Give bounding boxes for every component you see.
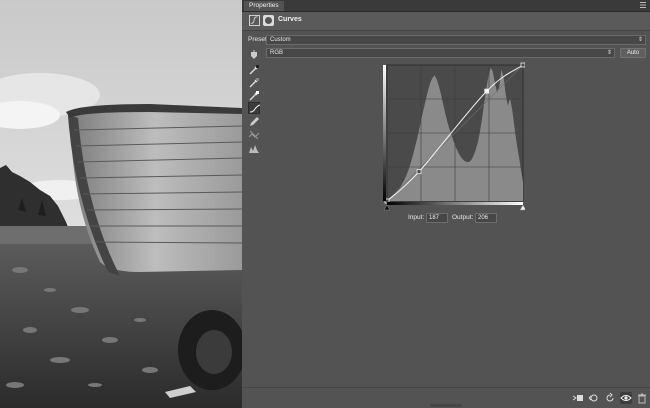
panel-tab-bar: Properties [242, 0, 650, 12]
input-label: Input: [408, 214, 425, 221]
curve-point [416, 169, 422, 175]
input-field[interactable]: 187 [426, 213, 448, 223]
tab-properties[interactable]: Properties [244, 1, 284, 11]
dropdown-arrows-icon: ⇕ [606, 50, 612, 56]
panel-bottom-bar [242, 387, 650, 408]
white-point-slider [519, 204, 527, 211]
black-point-eyedropper-icon[interactable] [248, 64, 260, 76]
adjustment-title: Curves [278, 16, 302, 23]
document-canvas-photo[interactable] [0, 0, 242, 408]
panel-menu-icon[interactable] [640, 2, 646, 8]
output-gradient-bar [383, 65, 386, 201]
curves-adjustment-icon[interactable] [249, 15, 260, 26]
smooth-curve-icon[interactable] [248, 129, 260, 141]
preset-dropdown[interactable]: Custom ⇕ [266, 35, 646, 45]
visibility-icon[interactable] [620, 392, 632, 404]
curve-point-icon[interactable] [248, 102, 261, 114]
output-label: Output: [452, 214, 474, 221]
gray-point-eyedropper-icon[interactable] [248, 77, 260, 89]
clipping-warning-icon[interactable] [248, 142, 260, 154]
curve-point-selected [484, 88, 490, 94]
adjustment-title-row: Curves [242, 12, 650, 31]
layer-mask-icon[interactable] [263, 15, 274, 26]
curve-point [520, 62, 526, 68]
preset-value: Custom [270, 37, 291, 43]
reset-icon[interactable] [604, 392, 616, 404]
on-image-adjust-icon[interactable] [248, 49, 260, 61]
pencil-icon[interactable] [248, 116, 260, 128]
black-point-slider [383, 204, 391, 211]
dropdown-arrows-icon: ⇕ [637, 37, 643, 43]
clip-to-layer-icon[interactable] [572, 392, 584, 404]
channel-dropdown[interactable]: RGB ⇕ [266, 48, 615, 58]
input-gradient-bar [387, 202, 523, 205]
properties-panel: Properties Curves Preset: Custom ⇕ RGB ⇕… [242, 0, 650, 408]
channel-value: RGB [270, 50, 284, 56]
white-point-eyedropper-icon[interactable] [248, 90, 260, 102]
view-previous-icon[interactable] [588, 392, 600, 404]
output-field[interactable]: 206 [475, 213, 497, 223]
panel-resize-grip[interactable] [430, 404, 462, 407]
curves-graph-svg[interactable] [383, 62, 527, 212]
curves-graph[interactable] [383, 62, 527, 214]
trash-icon[interactable] [636, 392, 648, 404]
auto-button[interactable]: Auto [620, 48, 646, 58]
